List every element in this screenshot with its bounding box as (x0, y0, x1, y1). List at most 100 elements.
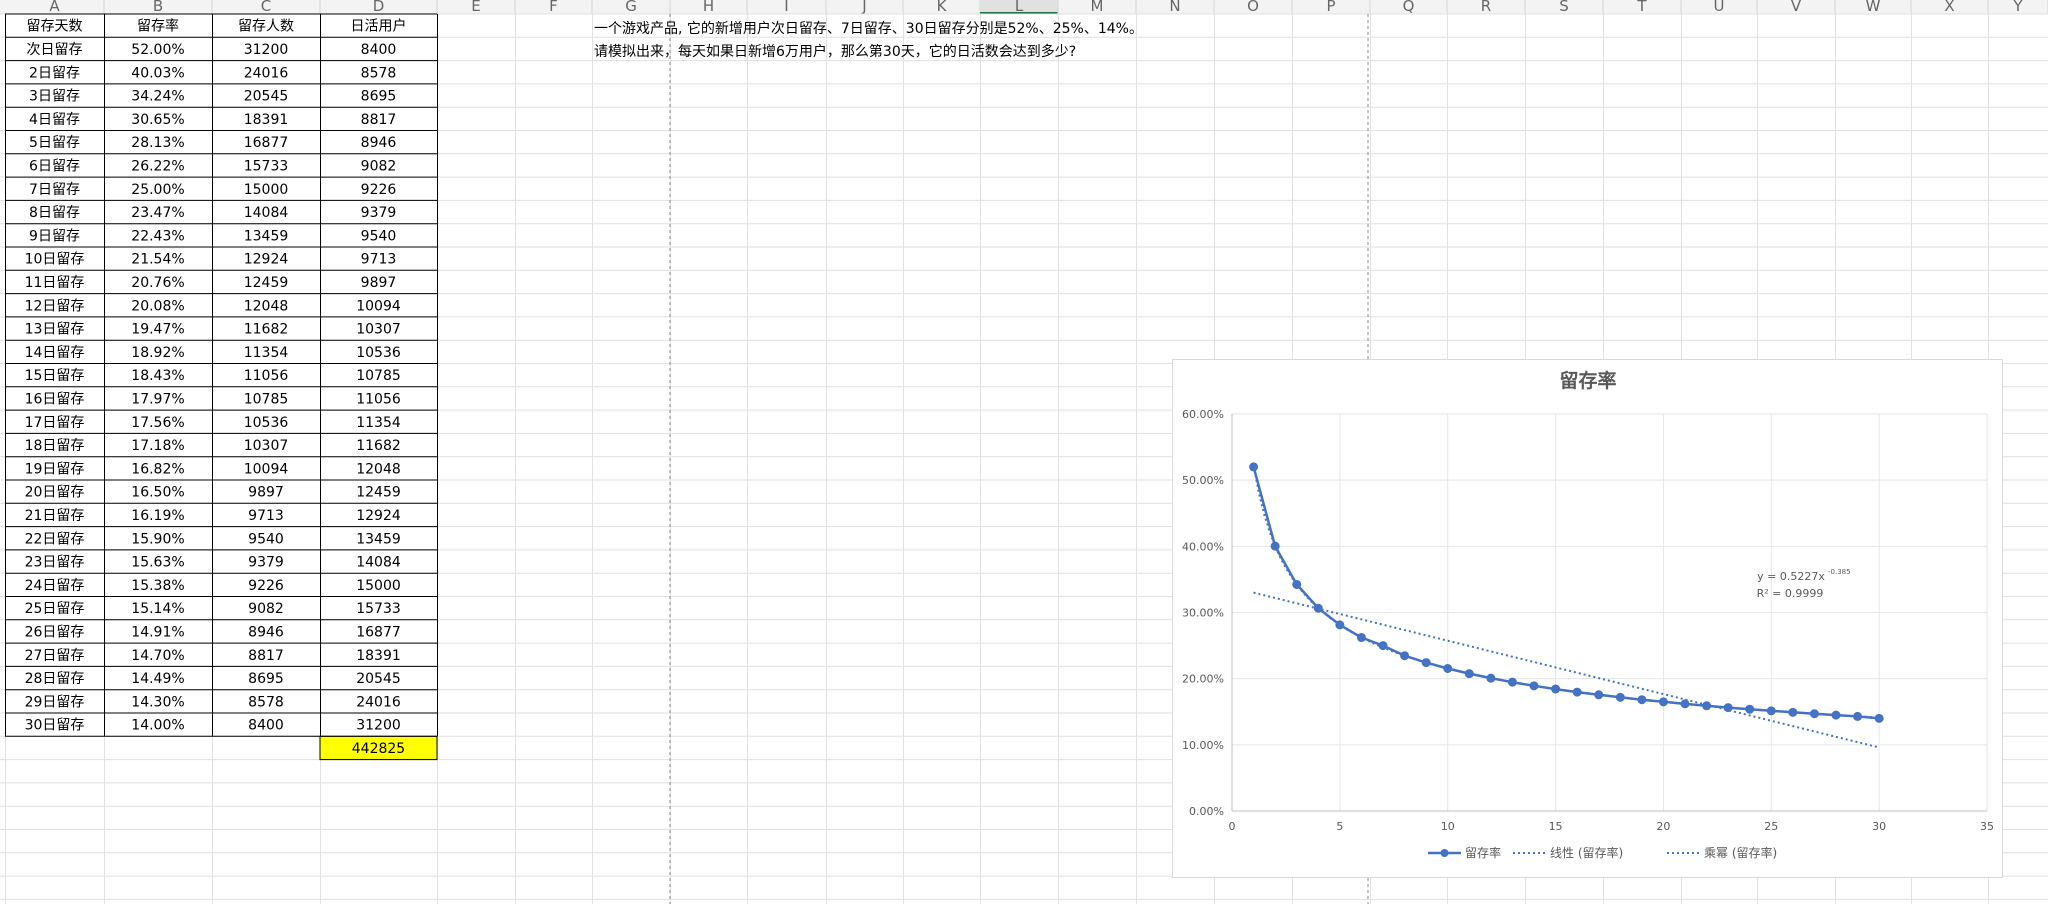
table-cell[interactable]: 31200 (244, 42, 289, 58)
table-cell[interactable]: 20.76% (131, 275, 184, 291)
table-cell[interactable]: 16.50% (131, 485, 184, 501)
table-cell[interactable]: 10307 (356, 322, 401, 338)
data-point[interactable] (1313, 603, 1323, 613)
table-cell[interactable]: 10094 (244, 461, 289, 477)
data-point[interactable] (1745, 704, 1755, 714)
data-point[interactable] (1615, 692, 1625, 702)
table-cell[interactable]: 12048 (244, 298, 289, 314)
table-cell[interactable]: 12048 (356, 461, 401, 477)
table-cell[interactable]: 30日留存 (25, 718, 85, 734)
data-point[interactable] (1766, 706, 1776, 716)
data-point[interactable] (1486, 673, 1496, 683)
table-cell[interactable]: 9540 (361, 228, 397, 244)
column-header-J[interactable]: J (861, 0, 866, 15)
table-cell[interactable]: 23.47% (131, 205, 184, 221)
table-cell[interactable]: 16.82% (131, 461, 184, 477)
table-cell[interactable]: 8578 (248, 694, 284, 710)
table-cell[interactable]: 10785 (244, 391, 289, 407)
retention-chart[interactable]: 留存率 0 5 10 15 20 25 30 35 0.00% 10.00% 20.00% 30.00%… (1172, 359, 2003, 878)
table-header-cell[interactable]: 留存人数 (238, 19, 294, 35)
table-cell[interactable]: 16877 (356, 624, 401, 640)
table-cell[interactable]: 8日留存 (29, 205, 80, 221)
table-cell[interactable]: 10094 (356, 298, 401, 314)
table-cell[interactable]: 11日留存 (25, 275, 85, 291)
table-cell[interactable]: 8400 (248, 718, 284, 734)
column-header-G[interactable]: G (625, 0, 637, 15)
column-header-O[interactable]: O (1247, 0, 1259, 15)
table-cell[interactable]: 8400 (361, 42, 397, 58)
data-point[interactable] (1270, 541, 1280, 551)
data-point[interactable] (1723, 703, 1733, 713)
data-point[interactable] (1400, 651, 1410, 661)
table-cell[interactable]: 9082 (361, 158, 397, 174)
table-cell[interactable]: 34.24% (131, 89, 184, 105)
table-cell[interactable]: 17.56% (131, 415, 184, 431)
table-cell[interactable]: 24日留存 (25, 578, 85, 594)
table-cell[interactable]: 15日留存 (25, 368, 85, 384)
column-header-S[interactable]: S (1559, 0, 1569, 15)
table-cell[interactable]: 11354 (244, 345, 289, 361)
table-cell[interactable]: 14.70% (131, 648, 184, 664)
column-header-Q[interactable]: Q (1403, 0, 1415, 15)
table-cell[interactable]: 13日留存 (25, 322, 85, 338)
table-cell[interactable]: 2日留存 (29, 65, 80, 81)
table-cell[interactable]: 11682 (356, 438, 401, 454)
data-point[interactable] (1853, 711, 1863, 721)
table-header-cell[interactable]: 留存天数 (27, 19, 83, 35)
table-cell[interactable]: 11056 (244, 368, 289, 384)
table-cell[interactable]: 11056 (356, 391, 401, 407)
table-cell[interactable]: 6日留存 (29, 158, 80, 174)
table-cell[interactable]: 27日留存 (25, 648, 85, 664)
table-cell[interactable]: 24016 (356, 694, 401, 710)
data-point[interactable] (1292, 579, 1302, 589)
table-cell[interactable]: 11354 (356, 415, 401, 431)
column-header-K[interactable]: K (937, 0, 948, 15)
column-header-E[interactable]: E (471, 0, 480, 15)
table-cell[interactable]: 9897 (361, 275, 397, 291)
table-cell[interactable]: 8946 (361, 135, 397, 151)
table-cell[interactable]: 20545 (356, 671, 401, 687)
table-cell[interactable]: 12924 (244, 252, 289, 268)
table-cell[interactable]: 22.43% (131, 228, 184, 244)
table-cell[interactable]: 10536 (244, 415, 289, 431)
table-cell[interactable]: 18391 (356, 648, 401, 664)
table-cell[interactable]: 30.65% (131, 112, 184, 128)
table-cell[interactable]: 24016 (244, 65, 289, 81)
table-cell[interactable]: 17日留存 (25, 415, 85, 431)
table-cell[interactable]: 3日留存 (29, 89, 80, 105)
table-cell[interactable]: 20545 (244, 89, 289, 105)
table-cell[interactable]: 21.54% (131, 252, 184, 268)
table-cell[interactable]: 26.22% (131, 158, 184, 174)
column-header-I[interactable]: I (784, 0, 788, 15)
data-point[interactable] (1572, 687, 1582, 697)
table-cell[interactable]: 9713 (248, 508, 284, 524)
table-cell[interactable]: 12924 (356, 508, 401, 524)
table-cell[interactable]: 14.49% (131, 671, 184, 687)
table-cell[interactable]: 17.97% (131, 391, 184, 407)
table-cell[interactable]: 13459 (356, 531, 401, 547)
table-cell[interactable]: 28.13% (131, 135, 184, 151)
table-cell[interactable]: 15.38% (131, 578, 184, 594)
table-cell[interactable]: 9日留存 (29, 228, 80, 244)
data-point[interactable] (1378, 641, 1388, 651)
table-header-cell[interactable]: 日活用户 (351, 18, 407, 35)
table-cell[interactable]: 19日留存 (25, 461, 85, 477)
table-cell[interactable]: 9379 (248, 555, 284, 571)
table-cell[interactable]: 8695 (248, 671, 284, 687)
column-header-P[interactable]: P (1326, 0, 1335, 15)
table-cell[interactable]: 18391 (244, 112, 289, 128)
table-cell[interactable]: 11682 (244, 322, 289, 338)
table-cell[interactable]: 16日留存 (25, 391, 85, 407)
data-point[interactable] (1335, 620, 1345, 630)
table-cell[interactable]: 23日留存 (25, 555, 85, 571)
table-cell[interactable]: 15.14% (131, 601, 184, 617)
table-cell[interactable]: 18日留存 (25, 438, 85, 454)
table-cell[interactable]: 14日留存 (25, 345, 85, 361)
table-cell[interactable]: 52.00% (131, 42, 184, 58)
table-cell[interactable]: 9226 (248, 578, 284, 594)
table-cell[interactable]: 7日留存 (29, 182, 80, 198)
column-header-L[interactable]: L (1015, 0, 1024, 15)
table-cell[interactable]: 25.00% (131, 182, 184, 198)
table-cell[interactable]: 26日留存 (25, 624, 85, 640)
data-point[interactable] (1551, 684, 1561, 694)
